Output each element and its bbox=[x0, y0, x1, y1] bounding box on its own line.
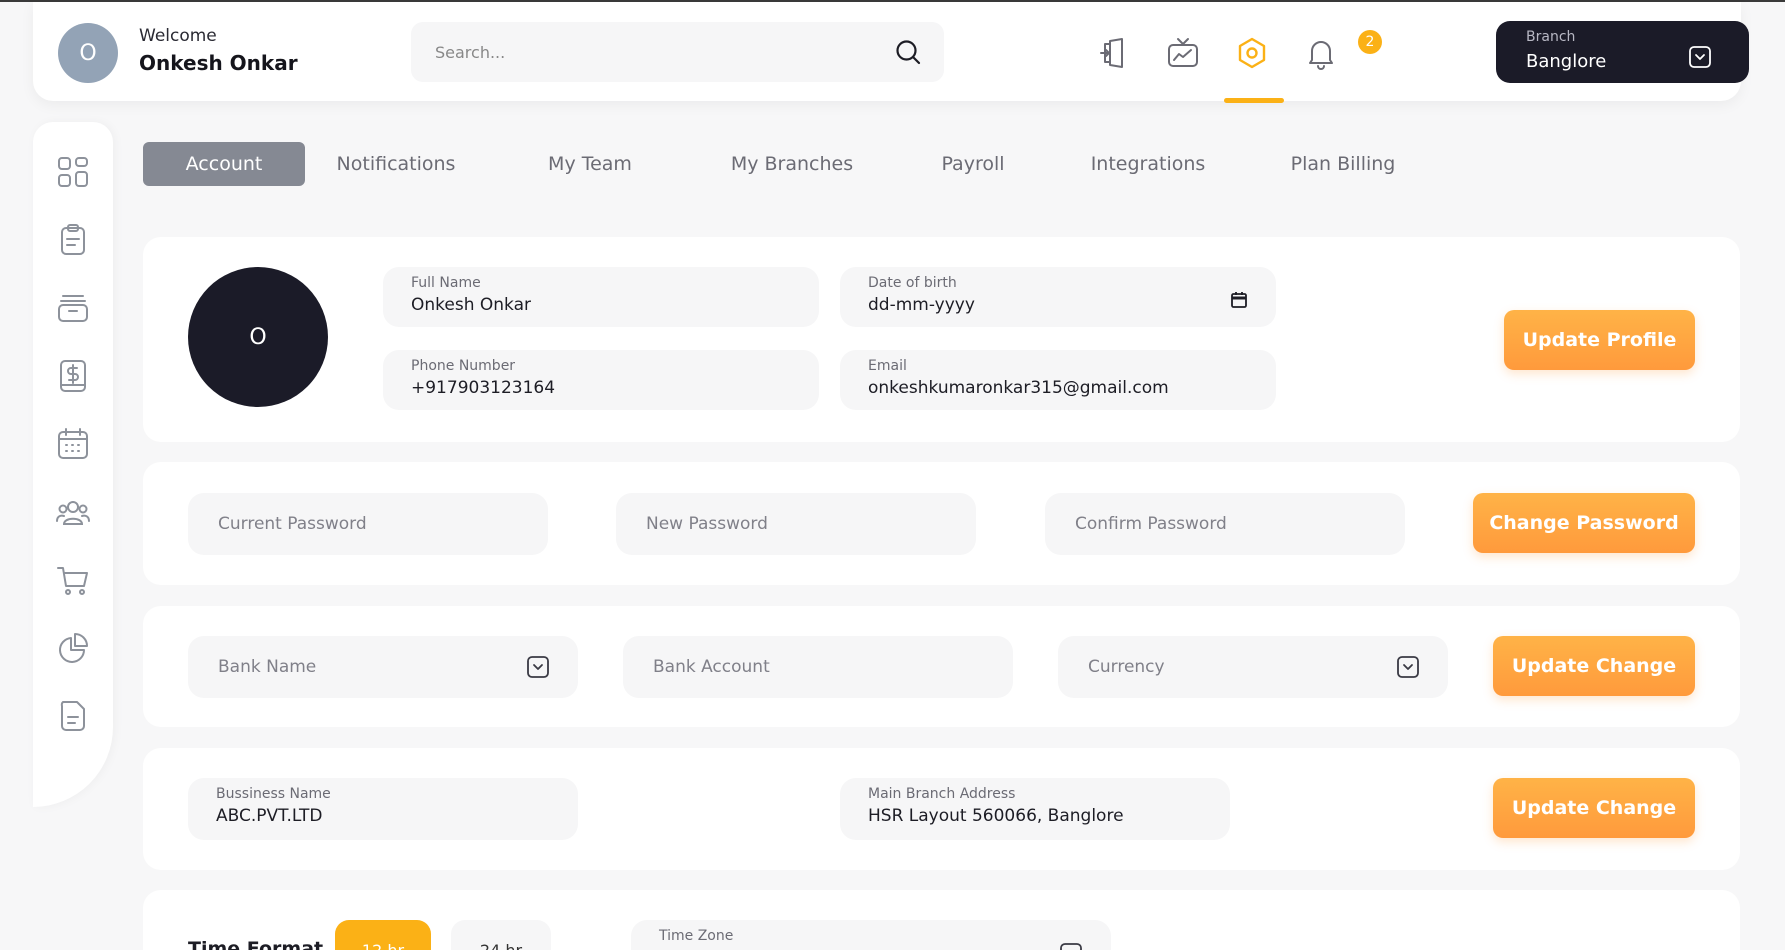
full-name-field[interactable]: Full Name Onkesh Onkar bbox=[383, 267, 819, 327]
search-box bbox=[411, 22, 944, 82]
currency-select[interactable]: Currency bbox=[1058, 636, 1448, 698]
confirm-password-field[interactable]: Confirm Password bbox=[1045, 493, 1405, 555]
update-bank-button[interactable]: Update Change bbox=[1493, 636, 1695, 696]
settings-icon[interactable] bbox=[1235, 36, 1269, 70]
time-zone-select[interactable]: Time Zone bbox=[631, 920, 1111, 950]
main-branch-address-value: HSR Layout 560066, Banglore bbox=[868, 806, 1124, 826]
branch-label: Branch bbox=[1526, 29, 1576, 45]
bank-account-placeholder: Bank Account bbox=[653, 657, 770, 677]
search-input[interactable] bbox=[435, 22, 875, 82]
new-password-field[interactable]: New Password bbox=[616, 493, 976, 555]
tab-account[interactable]: Account bbox=[143, 142, 305, 186]
document-icon[interactable] bbox=[55, 698, 91, 734]
active-header-indicator bbox=[1224, 98, 1284, 103]
current-password-placeholder: Current Password bbox=[218, 514, 367, 534]
currency-placeholder: Currency bbox=[1088, 657, 1165, 677]
phone-number-field[interactable]: Phone Number +917903123164 bbox=[383, 350, 819, 410]
tv-chart-icon[interactable] bbox=[1166, 36, 1200, 70]
business-name-value: ABC.PVT.LTD bbox=[216, 806, 323, 826]
chevron-down-icon bbox=[1397, 656, 1419, 678]
tab-integrations[interactable]: Integrations bbox=[1073, 142, 1223, 186]
user-name: Onkesh Onkar bbox=[139, 51, 298, 75]
date-of-birth-label: Date of birth bbox=[868, 275, 957, 291]
bank-card: Bank Name Bank Account Currency Update C… bbox=[143, 606, 1740, 727]
profile-card: O Full Name Onkesh Onkar Date of birth d… bbox=[143, 237, 1740, 442]
logout-icon[interactable] bbox=[1097, 36, 1131, 70]
tab-plan-billing[interactable]: Plan Billing bbox=[1273, 142, 1413, 186]
pie-chart-icon[interactable] bbox=[55, 630, 91, 666]
time-format-24hr[interactable]: 24 hr bbox=[451, 920, 551, 950]
date-of-birth-field[interactable]: Date of birth dd-mm-yyyy bbox=[840, 267, 1276, 327]
sidebar bbox=[33, 122, 113, 807]
phone-number-value: +917903123164 bbox=[411, 378, 556, 398]
time-format-label: Time Format bbox=[188, 938, 324, 950]
time-format-12hr[interactable]: 12 hr bbox=[335, 920, 431, 950]
change-password-button[interactable]: Change Password bbox=[1473, 493, 1695, 553]
tab-payroll[interactable]: Payroll bbox=[923, 142, 1023, 186]
dollar-icon[interactable] bbox=[55, 358, 91, 394]
user-avatar[interactable]: O bbox=[58, 23, 118, 83]
team-icon[interactable] bbox=[55, 494, 91, 530]
phone-number-label: Phone Number bbox=[411, 358, 516, 374]
bank-name-select[interactable]: Bank Name bbox=[188, 636, 578, 698]
notification-badge: 2 bbox=[1358, 30, 1382, 54]
current-password-field[interactable]: Current Password bbox=[188, 493, 548, 555]
main-branch-address-field[interactable]: Main Branch Address HSR Layout 560066, B… bbox=[840, 778, 1230, 840]
confirm-password-placeholder: Confirm Password bbox=[1075, 514, 1227, 534]
new-password-placeholder: New Password bbox=[646, 514, 768, 534]
chevron-down-icon bbox=[527, 656, 549, 678]
business-card: Bussiness Name ABC.PVT.LTD Main Branch A… bbox=[143, 748, 1740, 870]
time-zone-label: Time Zone bbox=[659, 928, 734, 944]
bell-icon[interactable] bbox=[1304, 36, 1338, 70]
email-value: onkeshkumaronkar315@gmail.com bbox=[868, 378, 1169, 398]
tab-my-team[interactable]: My Team bbox=[535, 142, 645, 186]
branch-selector[interactable]: Branch Banglore bbox=[1496, 21, 1749, 83]
cart-icon[interactable] bbox=[55, 562, 91, 598]
bank-name-placeholder: Bank Name bbox=[218, 657, 317, 677]
email-label: Email bbox=[868, 358, 907, 374]
date-of-birth-value: dd-mm-yyyy bbox=[868, 295, 975, 315]
business-name-field[interactable]: Bussiness Name ABC.PVT.LTD bbox=[188, 778, 578, 840]
password-card: Current Password New Password Confirm Pa… bbox=[143, 462, 1740, 585]
top-header: O Welcome Onkesh Onkar 2 Branch Banglore bbox=[33, 2, 1749, 103]
time-card: Time Format 12 hr 24 hr Time Zone bbox=[143, 890, 1740, 950]
full-name-label: Full Name bbox=[411, 275, 481, 291]
calendar-icon[interactable] bbox=[55, 426, 91, 462]
chevron-down-icon bbox=[1689, 46, 1711, 68]
update-business-button[interactable]: Update Change bbox=[1493, 778, 1695, 838]
main-branch-address-label: Main Branch Address bbox=[868, 786, 1016, 802]
archive-icon[interactable] bbox=[55, 290, 91, 326]
profile-avatar[interactable]: O bbox=[188, 267, 328, 407]
tab-notifications[interactable]: Notifications bbox=[321, 142, 471, 186]
welcome-text: Welcome bbox=[139, 26, 217, 46]
email-field[interactable]: Email onkeshkumaronkar315@gmail.com bbox=[840, 350, 1276, 410]
search-icon[interactable] bbox=[894, 38, 922, 66]
full-name-value: Onkesh Onkar bbox=[411, 295, 531, 315]
dashboard-icon[interactable] bbox=[55, 154, 91, 190]
calendar-picker-icon[interactable] bbox=[1230, 291, 1248, 309]
bank-account-field[interactable]: Bank Account bbox=[623, 636, 1013, 698]
business-name-label: Bussiness Name bbox=[216, 786, 331, 802]
chevron-down-icon bbox=[1060, 943, 1082, 950]
tab-my-branches[interactable]: My Branches bbox=[717, 142, 867, 186]
branch-value: Banglore bbox=[1526, 51, 1607, 72]
update-profile-button[interactable]: Update Profile bbox=[1504, 310, 1695, 370]
clipboard-icon[interactable] bbox=[55, 222, 91, 258]
